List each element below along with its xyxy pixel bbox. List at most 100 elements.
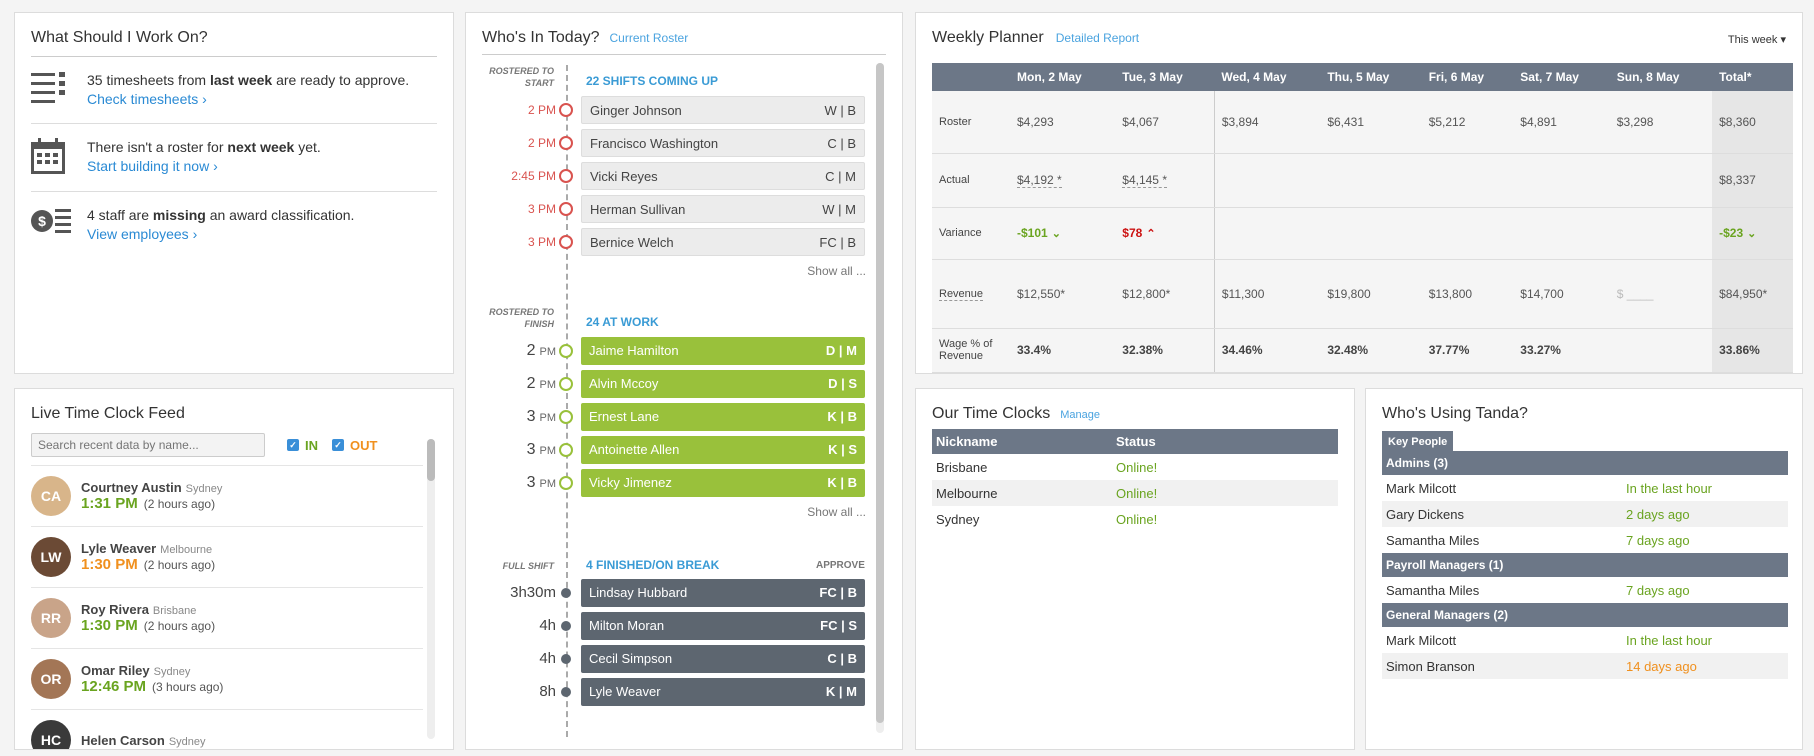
start-building-link[interactable]: Start building it now › [87,158,218,174]
planner-cell [1513,207,1610,260]
timeline-dot [561,654,571,664]
cell-value[interactable]: $14,700 [1520,287,1563,301]
list-item[interactable]: LW Lyle Weaver Melbourne 1:30 PM (2 hours … [31,527,423,588]
shift-row[interactable]: 4h Cecil Simpson C | B [466,645,866,673]
cell-value[interactable]: $13,800 [1429,287,1472,301]
detailed-report-link[interactable]: Detailed Report [1056,31,1139,45]
list-item[interactable]: CA Courtney Austin Sydney 1:31 PM (2 hours… [31,466,423,527]
cell-value[interactable]: $4,192 * [1017,173,1062,188]
shift-hour: 2 [526,375,536,392]
shift-row[interactable]: 3h30m Lindsay Hubbard FC | B [466,579,866,607]
todo-item: $ 4 staff are missing an award classific… [31,192,437,258]
shift-bar[interactable]: Herman Sullivan W | M [581,195,865,223]
table-row: Brisbane Online! [932,454,1338,480]
key-people-tab[interactable]: Key People [1382,431,1454,453]
planner-title: Weekly Planner [932,29,1044,46]
shift-time: 3 PM [482,436,556,465]
cell-value[interactable]: $4,145 * [1122,173,1167,188]
avatar: OR [31,659,71,699]
shift-tag: D | M [825,343,857,358]
cell-value[interactable]: $ ____ [1617,287,1654,301]
row-label: Roster [932,91,1010,154]
shift-tag: C | B [827,136,856,151]
shift-unit: PM [539,412,557,424]
shift-bar[interactable]: Alvin Mccoy D | S [581,370,865,398]
planner-cell: -$23 ⌄ [1712,207,1793,260]
shift-time: 4h [539,650,556,667]
shift-bar[interactable]: Vicky Jimenez K | B [581,469,865,497]
shift-row[interactable]: 3 PM Antoinette Allen K | S [466,436,866,464]
out-filter-checkbox[interactable]: ✓ OUT [332,438,377,453]
planner-cell: $78 ⌃ [1115,207,1215,260]
shift-row[interactable]: 4h Milton Moran FC | S [466,612,866,640]
shift-bar[interactable]: Antoinette Allen K | S [581,436,865,464]
dollar-list-icon: $ [31,206,87,239]
shift-row[interactable]: 3 PM Vicky Jimenez K | B [466,469,866,497]
shift-bar[interactable]: Lindsay Hubbard FC | B [581,579,865,607]
cell-value: $4,891 [1520,114,1557,129]
manage-link[interactable]: Manage [1060,409,1100,421]
shift-tag: W | M [822,202,856,217]
shift-row[interactable]: 2 PM Alvin Mccoy D | S [466,370,866,398]
cell-value[interactable]: $12,800* [1122,287,1170,301]
shift-bar[interactable]: Cecil Simpson C | B [581,645,865,673]
planner-cell: $3,894 [1214,91,1321,154]
staff-name: Lindsay Hubbard [589,585,688,600]
todo-text: yet. [294,139,321,155]
current-roster-link[interactable]: Current Roster [610,31,689,45]
shift-row[interactable]: 2 PM Jaime Hamilton D | M [466,337,866,365]
approve-link[interactable]: APPROVE [816,560,865,571]
shift-row[interactable]: 3 PM Bernice Welch FC | B [466,228,866,256]
shift-row[interactable]: 3 PM Herman Sullivan W | M [466,195,866,223]
timeline-dot [559,169,573,183]
list-item[interactable]: HC Helen Carson Sydney [31,710,423,749]
feed-scrollbar[interactable] [427,439,435,739]
shift-bar[interactable]: Ernest Lane K | B [581,403,865,431]
feed-location: Brisbane [152,605,197,617]
shift-row[interactable]: 2:45 PM Vicki Reyes C | M [466,162,866,190]
planner-cell: 33.4% [1010,328,1116,373]
shift-bar[interactable]: Jaime Hamilton D | M [581,337,865,365]
row-label-text: Revenue [939,287,984,301]
shift-bar[interactable]: Vicki Reyes C | M [581,162,865,190]
whos-in-panel: Who's In Today? Current Roster ROSTERED T… [465,12,903,750]
planner-cell: 33.86% [1712,328,1793,373]
cell-value[interactable]: $8,337 [1719,173,1756,187]
cell-value[interactable]: $19,800 [1327,287,1370,301]
cell-value: $4,067 [1122,114,1159,129]
cell-value: $3,298 [1616,114,1654,129]
shift-time: 3 PM [482,469,556,498]
planner-cell: 33.27% [1513,328,1610,373]
whos-scrollbar[interactable] [876,63,884,733]
shift-row[interactable]: 2 PM Francisco Washington C | B [466,129,866,157]
shift-bar[interactable]: Francisco Washington C | B [581,129,865,157]
show-all-link[interactable]: Show all ... [766,264,866,278]
cell-value[interactable]: $11,300 [1222,287,1265,301]
show-all-link[interactable]: Show all ... [766,505,866,519]
column-header: Mon, 2 May [1010,63,1116,91]
view-employees-link[interactable]: View employees › [87,226,197,242]
in-filter-checkbox[interactable]: ✓ IN [287,438,318,453]
shift-row[interactable]: 8h Lyle Weaver K | M [466,678,866,706]
week-range-dropdown[interactable]: This week ▾ [1728,29,1786,47]
feed-search-input[interactable] [31,433,265,457]
planner-cell: $4,293 [1010,91,1116,154]
cell-value[interactable]: $84,950* [1719,287,1767,301]
list-item[interactable]: RR Roy Rivera Brisbane 1:30 PM (2 hours ag… [31,588,423,649]
shift-bar[interactable]: Ginger Johnson W | B [581,96,865,124]
chevron-down-icon: ⌄ [1051,228,1061,240]
section-label: FULL SHIFT [502,561,554,571]
staff-name: Ginger Johnson [590,103,682,118]
check-timesheets-link[interactable]: Check timesheets › [87,91,207,107]
shift-row[interactable]: 3 PM Ernest Lane K | B [466,403,866,431]
shift-bar[interactable]: Lyle Weaver K | M [581,678,865,706]
row-label-text: Roster [939,115,972,128]
shift-bar[interactable]: Bernice Welch FC | B [581,228,865,256]
list-item[interactable]: OR Omar Riley Sydney 12:46 PM (3 hours ago… [31,649,423,710]
shift-time: 3h30m [510,584,556,601]
shift-row[interactable]: 2 PM Ginger Johnson W | B [466,96,866,124]
shift-bar[interactable]: Milton Moran FC | S [581,612,865,640]
feed-location: Sydney [153,666,191,678]
cell-value[interactable]: $12,550* [1017,287,1065,301]
staff-name: Vicki Reyes [590,169,658,184]
